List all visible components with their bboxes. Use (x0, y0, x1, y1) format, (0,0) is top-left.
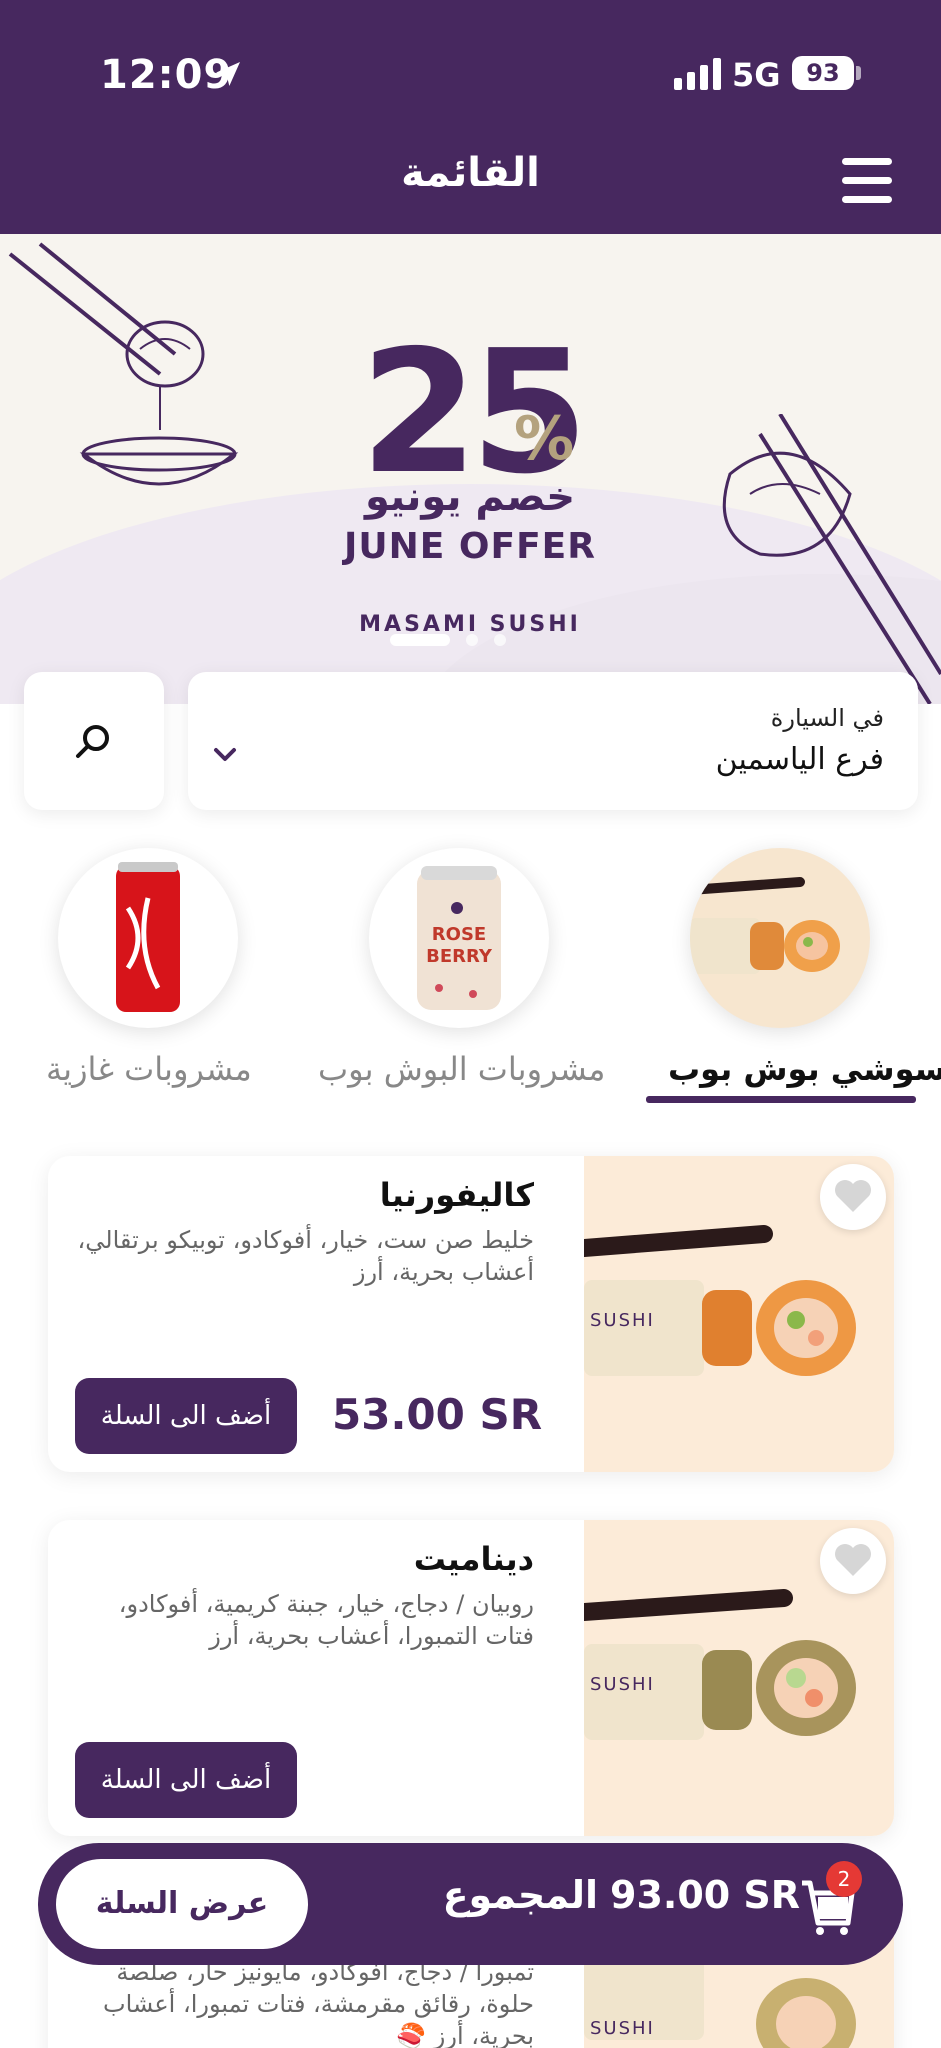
favorite-button[interactable] (820, 1164, 886, 1230)
heart-icon (835, 1544, 871, 1576)
product-description: خليط صن ست، خيار، أفوكادو، توبيكو برتقال… (77, 1226, 534, 1286)
product-card[interactable]: SUSHI كاليفورنيا خليط صن ست، خيار، أفوكا… (48, 1156, 894, 1472)
hamburger-menu-icon[interactable] (842, 158, 896, 206)
product-title: كاليفورنيا (379, 1176, 534, 1214)
branch-selector[interactable]: في السيارة فرع الياسمين (188, 672, 918, 810)
promo-arabic-text: خصم يونيو (364, 474, 576, 520)
svg-text:BERRY: BERRY (426, 946, 493, 967)
active-category-indicator (646, 1096, 916, 1103)
dumpling-chopsticks-illustration (722, 414, 941, 704)
svg-text:ROSE: ROSE (432, 924, 486, 945)
svg-text:SUSHI: SUSHI (590, 2018, 655, 2039)
cart-bar[interactable]: عرض السلة المجموع 93.00 SR 2 (38, 1843, 903, 1965)
signal-icon (674, 58, 721, 90)
carousel-dot-active[interactable] (390, 634, 450, 646)
chevron-down-icon (214, 748, 236, 761)
product-card[interactable]: SUSHI ديناميت روبيان / دجاج، خيار، جبنة … (48, 1520, 894, 1836)
carousel-dot[interactable] (466, 634, 478, 646)
add-to-cart-button[interactable]: أضف الى السلة (75, 1378, 297, 1454)
heart-icon (835, 1180, 871, 1212)
chopsticks-sushi-illustration (8, 242, 239, 486)
product-title: ديناميت (413, 1540, 534, 1578)
promo-banner[interactable]: 25 % خصم يونيو JUNE OFFER MASAMI SUSHI (0, 234, 941, 704)
page-title: القائمة (401, 150, 540, 196)
category-soft-drinks-image[interactable] (58, 848, 238, 1028)
cart-count-badge: 2 (826, 1861, 862, 1897)
order-type-label: في السيارة (770, 704, 884, 732)
product-price: 53.00 SR (332, 1390, 543, 1439)
svg-text:SUSHI: SUSHI (590, 1674, 655, 1695)
category-label-sushi[interactable]: سوشي بوش بوب (668, 1050, 941, 1088)
branch-name: فرع الياسمين (715, 742, 884, 777)
discount-percent: % (514, 404, 575, 474)
product-image: SUSHI (584, 1520, 894, 1836)
category-boshbop-drinks-image[interactable]: ROSE BERRY (369, 848, 549, 1028)
can-icon: ROSE BERRY (417, 866, 501, 1010)
battery-icon: 93 (792, 56, 854, 90)
cart-total-amount: 93.00 SR (610, 1873, 801, 1917)
search-button[interactable] (24, 672, 164, 810)
category-label-boshbop-drinks[interactable]: مشروبات البوش بوب (318, 1050, 605, 1088)
battery-tip (856, 66, 861, 80)
promo-english-text: JUNE OFFER (344, 526, 596, 567)
carousel-dot[interactable] (494, 634, 506, 646)
network-type: 5G (732, 56, 781, 94)
top-bar: 12:09 5G 93 القائمة (0, 0, 941, 234)
product-image: SUSHI (584, 1156, 894, 1472)
sushi-roll-icon (690, 877, 840, 974)
cart-total-label: المجموع (442, 1873, 598, 1917)
add-to-cart-button[interactable]: أضف الى السلة (75, 1742, 297, 1818)
product-description: تمبورا / دجاج، أفوكادو، مايونيز حار، صلص… (103, 1958, 534, 2048)
location-arrow-icon (216, 62, 240, 86)
carousel-dots[interactable] (390, 634, 550, 648)
menu-screen: 12:09 5G 93 القائمة 25 % خصم يونيو JUNE … (0, 0, 941, 2048)
search-icon (76, 725, 109, 758)
svg-text:SUSHI: SUSHI (590, 1310, 655, 1331)
favorite-button[interactable] (820, 1528, 886, 1594)
product-description: روبيان / دجاج، خيار، جبنة كريمية، أفوكاد… (118, 1590, 534, 1650)
soda-can-icon (116, 862, 180, 1012)
category-label-soft-drinks[interactable]: مشروبات غازية (46, 1050, 252, 1088)
view-cart-button[interactable]: عرض السلة (56, 1859, 308, 1949)
category-sushi-image[interactable] (690, 848, 870, 1028)
